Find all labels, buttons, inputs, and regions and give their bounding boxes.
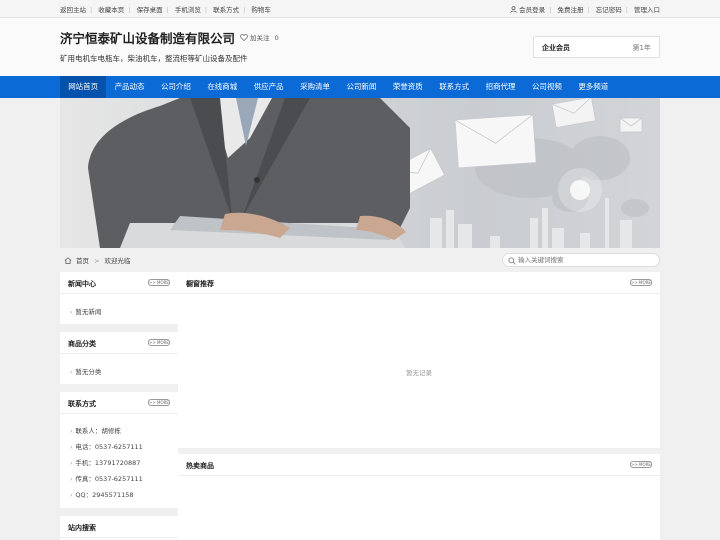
sidebar-news-title: 新闻中心 bbox=[68, 280, 96, 288]
categories-empty-label: 暂无分类 bbox=[75, 368, 102, 376]
header: 济宁恒泰矿山设备制造有限公司 加关注 0 矿用电机车电瓶车，柴油机车，整流柜等矿… bbox=[0, 18, 720, 76]
sidebar-categories-title: 商品分类 bbox=[68, 340, 96, 348]
categories-more-button[interactable]: >> MORE bbox=[148, 339, 170, 346]
news-empty-label: 暂无新闻 bbox=[75, 308, 102, 316]
top-links-right: 会员登录 | 免费注册 | 忘记密码 | 管理入口 bbox=[510, 4, 660, 14]
categories-empty-item: › 暂无分类 bbox=[70, 366, 101, 376]
contact-mobile-text: 手机：13791720887 bbox=[75, 459, 141, 467]
contact-fax-text: 传真：0537-6257111 bbox=[75, 475, 143, 483]
company-name: 济宁恒泰矿山设备制造有限公司 bbox=[60, 31, 236, 46]
contact-qq: › QQ：2945571158 bbox=[70, 489, 134, 499]
chevron-right-icon: › bbox=[70, 492, 73, 499]
nav-more[interactable]: 更多频道 bbox=[570, 76, 616, 98]
link-contact[interactable]: 联系方式 bbox=[213, 6, 239, 14]
sidebar-news: 新闻中心 >> MORE › 暂无新闻 bbox=[60, 272, 178, 324]
link-login[interactable]: 会员登录 bbox=[519, 6, 545, 14]
member-badge: 企业会员 第1年 bbox=[533, 36, 660, 58]
main-nav: 网站首页 产品动态 公司介绍 在线商城 供应产品 采购清单 公司新闻 荣誉资质 … bbox=[0, 76, 720, 98]
contact-person: › 联系人：胡修栋 bbox=[70, 425, 121, 435]
home-icon bbox=[64, 257, 72, 264]
follow-count: 0 bbox=[274, 34, 279, 42]
company-tagline: 矿用电机车电瓶车，柴油机车，整流柜等矿山设备及配件 bbox=[60, 54, 248, 63]
sidebar-site-search: 站内搜索 bbox=[60, 516, 178, 540]
nav-contact[interactable]: 联系方式 bbox=[431, 76, 477, 98]
top-bar: 返回主站 | 收藏本页 | 保存桌面 | 手机浏览 | 联系方式 | 购物车 会员登录 | … bbox=[0, 0, 720, 18]
chevron-right-icon: › bbox=[70, 476, 73, 483]
link-cart[interactable]: 购物车 bbox=[251, 6, 271, 14]
sidebar-contact: 联系方式 >> MORE › 联系人：胡修栋 › 电话：0537-6257111 ›… bbox=[60, 392, 178, 508]
contact-phone: › 电话：0537-6257111 bbox=[70, 441, 143, 451]
breadcrumb: 首页 > 欢迎光临 bbox=[64, 255, 130, 265]
link-save-desktop[interactable]: 保存桌面 bbox=[137, 6, 163, 14]
hot-products-title: 热卖商品 bbox=[186, 462, 214, 470]
nav-supply[interactable]: 供应产品 bbox=[246, 76, 292, 98]
follow-button[interactable]: 加关注 0 bbox=[240, 32, 279, 42]
contact-person-text: 联系人：胡修栋 bbox=[75, 427, 121, 435]
nav-agency[interactable]: 招商代理 bbox=[477, 76, 523, 98]
chevron-right-icon: › bbox=[70, 460, 73, 467]
search-box bbox=[502, 253, 660, 267]
chevron-right-icon: › bbox=[70, 309, 73, 316]
sidebar-categories: 商品分类 >> MORE › 暂无分类 bbox=[60, 332, 178, 384]
contact-more-button[interactable]: >> MORE bbox=[148, 399, 170, 406]
showcase-empty: 暂无记录 bbox=[406, 369, 432, 377]
contact-fax: › 传真：0537-6257111 bbox=[70, 473, 143, 483]
sidebar-site-search-title: 站内搜索 bbox=[68, 524, 96, 532]
contact-qq-text: QQ：2945571158 bbox=[75, 491, 134, 499]
hot-products-panel: 热卖商品 >> MORE bbox=[178, 454, 660, 540]
link-bookmark[interactable]: 收藏本页 bbox=[98, 6, 124, 14]
member-year: 第1年 bbox=[632, 44, 651, 52]
nav-company-news[interactable]: 公司新闻 bbox=[338, 76, 384, 98]
breadcrumb-bar: 首页 > 欢迎光临 bbox=[60, 252, 660, 268]
nav-about[interactable]: 公司介绍 bbox=[153, 76, 199, 98]
news-more-button[interactable]: >> MORE bbox=[148, 279, 170, 286]
member-label: 企业会员 bbox=[542, 44, 570, 52]
chevron-right-icon: › bbox=[70, 428, 73, 435]
link-mobile[interactable]: 手机浏览 bbox=[175, 6, 201, 14]
link-main-site[interactable]: 返回主站 bbox=[60, 6, 86, 14]
showcase-panel: 橱窗推荐 >> MORE 暂无记录 bbox=[178, 272, 660, 448]
breadcrumb-home[interactable]: 首页 bbox=[76, 257, 89, 265]
link-forgot-password[interactable]: 忘记密码 bbox=[596, 6, 622, 14]
sidebar-contact-title: 联系方式 bbox=[68, 400, 96, 408]
nav-home[interactable]: 网站首页 bbox=[60, 76, 107, 98]
link-admin[interactable]: 管理入口 bbox=[634, 6, 660, 14]
chevron-right-icon: › bbox=[70, 369, 73, 376]
news-empty-item: › 暂无新闻 bbox=[70, 306, 101, 316]
nav-purchase[interactable]: 采购清单 bbox=[292, 76, 338, 98]
link-register[interactable]: 免费注册 bbox=[557, 6, 583, 14]
search-icon[interactable] bbox=[508, 257, 516, 265]
contact-phone-text: 电话：0537-6257111 bbox=[75, 443, 143, 451]
follow-label: 加关注 bbox=[250, 34, 270, 42]
search-input[interactable] bbox=[518, 255, 653, 265]
banner-image bbox=[88, 98, 649, 248]
nav-product-news[interactable]: 产品动态 bbox=[106, 76, 152, 98]
top-links-left: 返回主站 | 收藏本页 | 保存桌面 | 手机浏览 | 联系方式 | 购物车 bbox=[60, 6, 271, 14]
chevron-right-icon: › bbox=[70, 444, 73, 451]
hot-more-button[interactable]: >> MORE bbox=[630, 461, 652, 468]
hero-banner bbox=[60, 98, 660, 248]
heart-icon bbox=[240, 34, 248, 42]
breadcrumb-current: 欢迎光临 bbox=[104, 257, 131, 265]
showcase-title: 橱窗推荐 bbox=[186, 280, 214, 288]
user-icon bbox=[510, 6, 517, 13]
nav-shop[interactable]: 在线商城 bbox=[199, 76, 245, 98]
nav-video[interactable]: 公司视频 bbox=[524, 76, 570, 98]
showcase-more-button[interactable]: >> MORE bbox=[630, 279, 652, 286]
nav-honors[interactable]: 荣誉资质 bbox=[385, 76, 431, 98]
contact-mobile: › 手机：13791720887 bbox=[70, 457, 140, 467]
